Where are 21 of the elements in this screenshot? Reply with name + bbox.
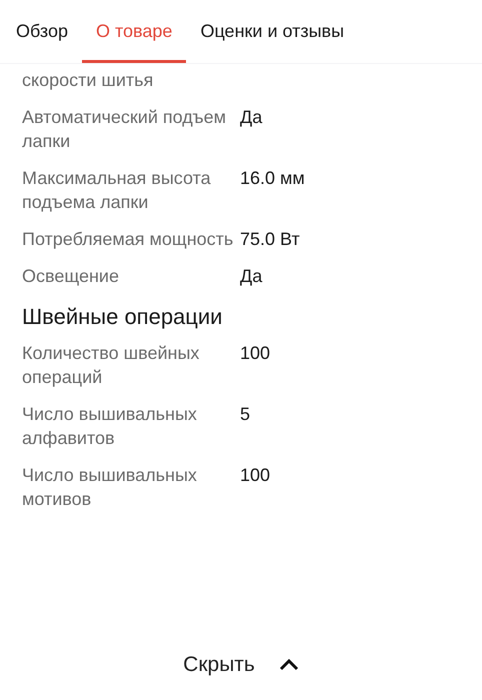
spec-label: Освещение — [22, 265, 120, 288]
spec-value: 100 — [240, 464, 270, 487]
spec-label: Потребляемая мощность — [22, 228, 234, 251]
spec-value: Да — [240, 265, 262, 288]
spec-value: Да — [240, 106, 262, 129]
section-heading: Швейные операции — [21, 303, 224, 331]
spec-value: 100 — [240, 342, 270, 365]
chevron-up-icon — [278, 659, 299, 671]
spec-label: Число вышивальных алфавитов — [22, 403, 198, 450]
spec-value: 75.0 Вт — [240, 228, 300, 251]
spec-label: Максимальная высота подъема лапки — [22, 167, 212, 214]
spec-label: Количество швейных операций — [22, 342, 200, 389]
spec-value: 5 — [240, 403, 250, 426]
tab[interactable]: Оценки и отзывы — [186, 0, 358, 63]
spec-label: скорости шитья — [22, 69, 154, 92]
tab[interactable]: О товаре — [82, 0, 186, 63]
spec-value: 16.0 мм — [240, 167, 305, 190]
spec-label: Автоматический подъем лапки — [22, 106, 227, 153]
spec-label: Число вышивальных мотивов — [22, 464, 198, 511]
tab[interactable]: Обзор — [2, 0, 82, 63]
hide-button[interactable]: Скрыть — [175, 640, 307, 690]
